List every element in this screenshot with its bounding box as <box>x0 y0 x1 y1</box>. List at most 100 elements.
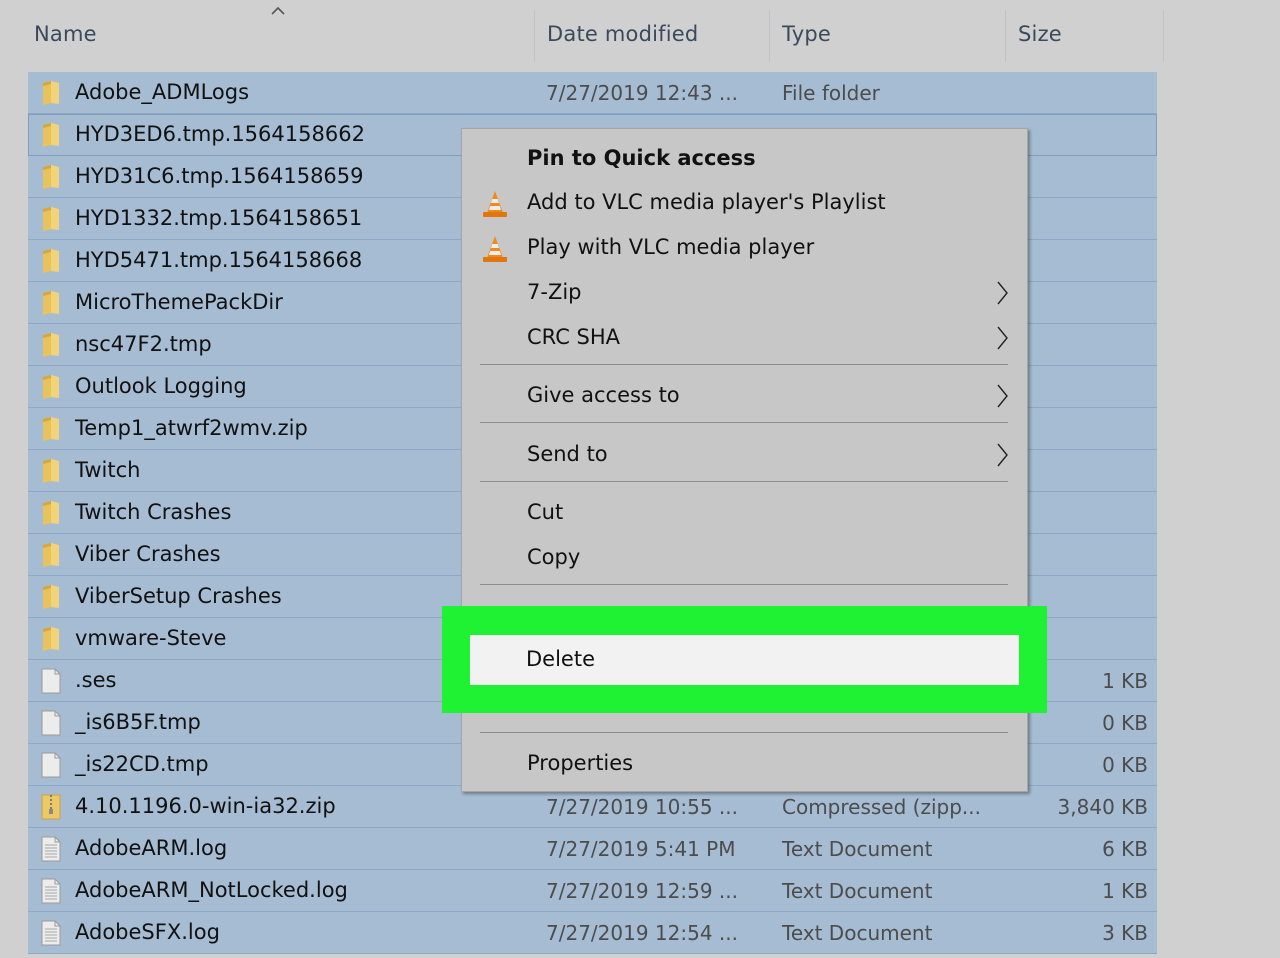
menu-item-label: 7-Zip <box>527 280 582 304</box>
column-header-type[interactable]: Type <box>782 22 831 46</box>
column-divider[interactable] <box>769 10 770 62</box>
file-name: AdobeSFX.log <box>75 920 220 944</box>
file-name: Twitch Crashes <box>75 500 232 524</box>
chevron-right-icon <box>997 326 1008 350</box>
menu-item-add-to-vlc-playlist[interactable]: Add to VLC media player's Playlist <box>462 181 1027 225</box>
folder-icon <box>40 500 62 526</box>
file-row[interactable]: AdobeARM.log 7/27/2019 5:41 PM Text Docume… <box>28 828 1157 870</box>
file-name: Temp1_atwrf2wmv.zip <box>75 416 308 440</box>
file-type: Text Document <box>782 921 933 945</box>
chevron-right-icon <box>997 443 1008 467</box>
menu-item-copy[interactable]: Copy <box>462 536 1027 580</box>
file-size: 1 KB <box>1102 669 1148 693</box>
menu-separator <box>480 481 1008 482</box>
menu-item-label: Delete <box>526 647 595 671</box>
menu-item-label: Pin to Quick access <box>527 146 756 170</box>
file-row[interactable]: 4.10.1196.0-win-ia32.zip 7/27/2019 10:55 … <box>28 786 1157 828</box>
text-file-icon <box>40 920 62 946</box>
menu-item-play-with-vlc[interactable]: Play with VLC media player <box>462 226 1027 270</box>
menu-separator <box>480 732 1008 733</box>
menu-item-send-to[interactable]: Send to <box>462 433 1027 477</box>
file-date-modified: 7/27/2019 12:59 ... <box>546 879 738 903</box>
file-name: AdobeARM_NotLocked.log <box>75 878 348 902</box>
file-size: 0 KB <box>1102 711 1148 735</box>
file-size: 0 KB <box>1102 753 1148 777</box>
folder-icon <box>40 206 62 232</box>
file-name: HYD31C6.tmp.1564158659 <box>75 164 364 188</box>
file-name: _is6B5F.tmp <box>75 710 201 734</box>
file-name: Adobe_ADMLogs <box>75 80 250 104</box>
column-header-name[interactable]: Name <box>34 22 97 46</box>
text-file-icon <box>40 878 62 904</box>
file-name: MicroThemePackDir <box>75 290 283 314</box>
file-type: File folder <box>782 81 880 105</box>
blank-file-icon <box>40 752 62 778</box>
file-size: 3 KB <box>1102 921 1148 945</box>
chevron-right-icon <box>997 384 1008 408</box>
menu-item-label: Give access to <box>527 383 680 407</box>
column-header-size[interactable]: Size <box>1018 22 1062 46</box>
chevron-right-icon <box>997 281 1008 305</box>
file-date-modified: 7/27/2019 10:55 ... <box>546 795 738 819</box>
menu-item-label: Properties <box>527 751 634 775</box>
file-size: 6 KB <box>1102 837 1148 861</box>
folder-icon <box>40 584 62 610</box>
menu-item-label: Play with VLC media player <box>527 235 815 259</box>
menu-item-cut[interactable]: Cut <box>462 491 1027 535</box>
file-size: 3,840 KB <box>1057 795 1148 819</box>
zip-folder-icon <box>40 794 62 820</box>
folder-icon <box>40 332 62 358</box>
file-name: HYD1332.tmp.1564158651 <box>75 206 363 230</box>
file-name: vmware-Steve <box>75 626 227 650</box>
menu-separator <box>480 584 1008 585</box>
menu-item-delete[interactable]: Delete <box>470 635 1019 685</box>
folder-icon <box>40 416 62 442</box>
file-row[interactable]: AdobeSFX.log 7/27/2019 12:54 ... Text Docu… <box>28 912 1157 954</box>
column-divider[interactable] <box>1163 10 1164 62</box>
file-row[interactable]: AdobeARM_NotLocked.log 7/27/2019 12:59 ..… <box>28 870 1157 912</box>
blank-file-icon <box>40 710 62 736</box>
file-type: Compressed (zipp... <box>782 795 981 819</box>
folder-icon <box>40 542 62 568</box>
menu-item-7-zip[interactable]: 7-Zip <box>462 271 1027 315</box>
vlc-cone-icon <box>483 236 507 262</box>
menu-item-label: CRC SHA <box>527 325 621 349</box>
folder-icon <box>40 374 62 400</box>
folder-icon <box>40 458 62 484</box>
file-name: Outlook Logging <box>75 374 247 398</box>
menu-item-label: Cut <box>527 500 564 524</box>
file-name: Twitch <box>75 458 141 482</box>
file-name: ViberSetup Crashes <box>75 584 282 608</box>
menu-item-label: Add to VLC media player's Playlist <box>527 190 886 214</box>
file-name: Viber Crashes <box>75 542 221 566</box>
file-date-modified: 7/27/2019 12:43 ... <box>546 81 738 105</box>
file-name: HYD5471.tmp.1564158668 <box>75 248 363 272</box>
menu-separator <box>480 364 1008 365</box>
file-name: HYD3ED6.tmp.1564158662 <box>75 122 365 146</box>
file-name: AdobeARM.log <box>75 836 228 860</box>
folder-icon <box>40 122 62 148</box>
column-divider[interactable] <box>534 10 535 62</box>
file-name: .ses <box>75 668 117 692</box>
menu-separator <box>480 422 1008 423</box>
file-name: _is22CD.tmp <box>75 752 209 776</box>
file-row[interactable]: Adobe_ADMLogs 7/27/2019 12:43 ... File fol… <box>28 72 1157 114</box>
column-header-date-modified[interactable]: Date modified <box>547 22 698 46</box>
menu-item-properties[interactable]: Properties <box>462 742 1027 786</box>
file-date-modified: 7/27/2019 12:54 ... <box>546 921 738 945</box>
file-name: 4.10.1196.0-win-ia32.zip <box>75 794 336 818</box>
menu-item-pin-to-quick-access[interactable]: Pin to Quick access <box>462 137 1027 181</box>
column-header-bar: Name Date modified Type Size <box>0 0 1166 72</box>
menu-item-crc-sha[interactable]: CRC SHA <box>462 316 1027 360</box>
menu-item-give-access-to[interactable]: Give access to <box>462 374 1027 418</box>
blank-file-icon <box>40 668 62 694</box>
column-divider[interactable] <box>1005 10 1006 62</box>
folder-icon <box>40 626 62 652</box>
folder-icon <box>40 248 62 274</box>
menu-item-label: Send to <box>527 442 608 466</box>
folder-icon <box>40 290 62 316</box>
file-type: Text Document <box>782 879 933 903</box>
menu-item-label: Copy <box>527 545 581 569</box>
file-size: 1 KB <box>1102 879 1148 903</box>
file-type: Text Document <box>782 837 933 861</box>
